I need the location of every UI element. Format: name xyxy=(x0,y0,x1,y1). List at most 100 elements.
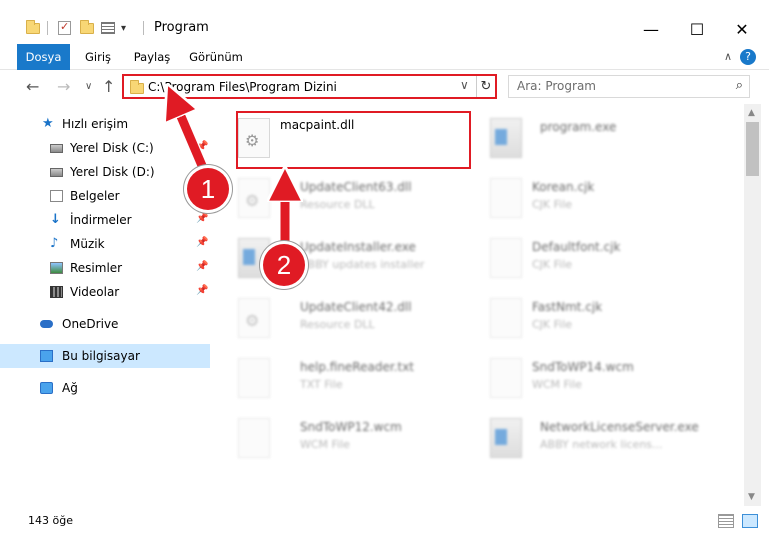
download-icon: ↓ xyxy=(50,212,61,227)
file-name: UpdateInstaller.exe xyxy=(300,240,416,254)
address-bar[interactable]: C:\Program Files\Program Dizini ∨ ↻ xyxy=(122,74,497,99)
search-icon[interactable]: ⌕ xyxy=(736,78,743,93)
file-name: UpdateClient63.dll xyxy=(300,180,412,194)
file-icon xyxy=(490,298,522,338)
sidebar-item-network[interactable]: Ağ xyxy=(0,376,210,400)
file-icon xyxy=(490,358,522,398)
properties-icon[interactable] xyxy=(58,18,71,38)
file-name: UpdateClient42.dll xyxy=(300,300,412,314)
refresh-icon[interactable]: ↻ xyxy=(476,76,495,97)
details-view-icon[interactable] xyxy=(718,514,734,528)
pin-icon: 📌 xyxy=(196,141,209,152)
back-icon[interactable]: ← xyxy=(26,77,39,96)
computer-icon xyxy=(40,350,53,362)
pin-icon: 📌 xyxy=(196,285,209,296)
recent-locations-icon[interactable]: ∨ xyxy=(85,81,92,92)
sidebar-item-label: İndirmeler xyxy=(70,213,132,227)
sidebar-item-label: Bu bilgisayar xyxy=(62,349,140,363)
file-name: NetworkLicenseServer.exe xyxy=(540,420,699,434)
pin-icon: 📌 xyxy=(196,261,209,272)
tab-view[interactable]: Görünüm xyxy=(188,44,244,70)
search-input[interactable]: Ara: Program ⌕ xyxy=(508,75,750,98)
forward-icon[interactable]: → xyxy=(57,77,70,96)
status-bar: 143 öğe xyxy=(0,506,769,539)
sidebar-item-onedrive[interactable]: OneDrive xyxy=(0,312,210,336)
file-type: TXT File xyxy=(300,378,343,391)
scrollbar-thumb[interactable] xyxy=(746,122,759,176)
network-icon xyxy=(40,382,53,394)
sidebar-item-label: Videolar xyxy=(70,285,120,299)
help-icon[interactable]: ? xyxy=(740,49,756,65)
list-view-icon[interactable] xyxy=(101,18,115,38)
drive-icon xyxy=(50,144,63,153)
new-folder-icon[interactable] xyxy=(80,18,94,38)
sidebar-item-label: Müzik xyxy=(70,237,105,251)
dll-file-icon xyxy=(238,298,270,338)
sidebar-item-label: Hızlı erişim xyxy=(62,117,129,131)
star-icon: ★ xyxy=(42,116,54,131)
sidebar-item-local-disk-d[interactable]: Yerel Disk (D:) xyxy=(0,160,210,184)
vertical-scrollbar[interactable]: ▲ ▼ xyxy=(744,104,761,506)
file-type: WCM File xyxy=(532,378,582,391)
sidebar-item-videos[interactable]: Videolar 📌 xyxy=(0,280,210,304)
chevron-down-icon[interactable]: ∨ xyxy=(460,78,469,92)
sidebar-item-local-disk-c[interactable]: Yerel Disk (C:) 📌 xyxy=(0,136,210,160)
file-item[interactable]: UpdateClient63.dll Resource DLL xyxy=(232,170,482,230)
documents-icon xyxy=(50,190,63,202)
large-icons-view-icon[interactable] xyxy=(742,514,758,528)
exe-file-icon xyxy=(490,418,522,458)
separator xyxy=(143,18,144,38)
up-icon[interactable]: ↑ xyxy=(102,77,115,96)
pin-icon: 📌 xyxy=(196,213,209,224)
file-item[interactable]: SndToWP12.wcm WCM File xyxy=(232,410,482,470)
scroll-down-icon[interactable]: ▼ xyxy=(748,492,755,502)
file-type: CJK File xyxy=(532,258,573,271)
sidebar-item-quick-access[interactable]: ★ Hızlı erişim xyxy=(0,112,210,136)
file-icon xyxy=(238,358,270,398)
file-icon xyxy=(490,178,522,218)
videos-icon xyxy=(50,286,63,298)
tab-share[interactable]: Paylaş xyxy=(128,44,176,70)
sidebar-item-this-pc[interactable]: Bu bilgisayar xyxy=(0,344,210,368)
file-name: help.fineReader.txt xyxy=(300,360,414,374)
pin-icon: 📌 xyxy=(196,237,209,248)
tab-home[interactable]: Giriş xyxy=(80,44,116,70)
file-name: Korean.cjk xyxy=(532,180,595,194)
tab-file[interactable]: Dosya xyxy=(17,44,70,70)
sidebar-item-documents[interactable]: Belgeler xyxy=(0,184,210,208)
customize-toolbar-icon[interactable]: ▾ xyxy=(121,18,126,38)
file-name: SndToWP12.wcm xyxy=(300,420,402,434)
file-item[interactable]: SndToWP14.wcm WCM File xyxy=(484,350,734,410)
file-item[interactable]: FastNmt.cjk CJK File xyxy=(484,290,734,350)
sidebar-item-downloads[interactable]: ↓ İndirmeler 📌 xyxy=(0,208,210,232)
file-item[interactable]: help.fineReader.txt TXT File xyxy=(232,350,482,410)
folder-icon xyxy=(130,80,144,94)
sidebar-item-label: Ağ xyxy=(62,381,78,395)
pictures-icon xyxy=(50,262,63,274)
title-bar: ▾ Program — ☐ ✕ xyxy=(0,0,769,44)
file-item[interactable]: NetworkLicenseServer.exe ABBY network li… xyxy=(484,410,734,470)
minimize-button[interactable]: — xyxy=(628,14,674,44)
sidebar-item-music[interactable]: ♪ Müzik 📌 xyxy=(0,232,210,256)
file-item[interactable]: program.exe xyxy=(484,110,734,170)
drive-icon xyxy=(50,168,63,177)
file-item[interactable]: UpdateClient42.dll Resource DLL xyxy=(232,290,482,350)
separator xyxy=(47,18,48,38)
sidebar-item-pictures[interactable]: Resimler 📌 xyxy=(0,256,210,280)
music-icon: ♪ xyxy=(50,236,59,251)
sidebar-item-label: Belgeler xyxy=(70,189,120,203)
ribbon: Dosya Giriş Paylaş Görünüm ∧ ? xyxy=(0,44,769,70)
search-placeholder: Ara: Program xyxy=(517,79,596,93)
file-type: Resource DLL xyxy=(300,318,375,331)
maximize-button[interactable]: ☐ xyxy=(674,14,720,44)
navigation-pane: ★ Hızlı erişim Yerel Disk (C:) 📌 Yerel D… xyxy=(0,104,216,506)
file-item[interactable]: Korean.cjk CJK File xyxy=(484,170,734,230)
sidebar-item-label: OneDrive xyxy=(62,317,119,331)
close-button[interactable]: ✕ xyxy=(719,14,765,44)
chevron-up-icon[interactable]: ∧ xyxy=(724,50,732,63)
file-item[interactable]: Defaultfont.cjk CJK File xyxy=(484,230,734,290)
file-type: WCM File xyxy=(300,438,350,451)
callout-2: 2 xyxy=(263,244,305,286)
file-name: SndToWP14.wcm xyxy=(532,360,634,374)
scroll-up-icon[interactable]: ▲ xyxy=(748,108,755,118)
